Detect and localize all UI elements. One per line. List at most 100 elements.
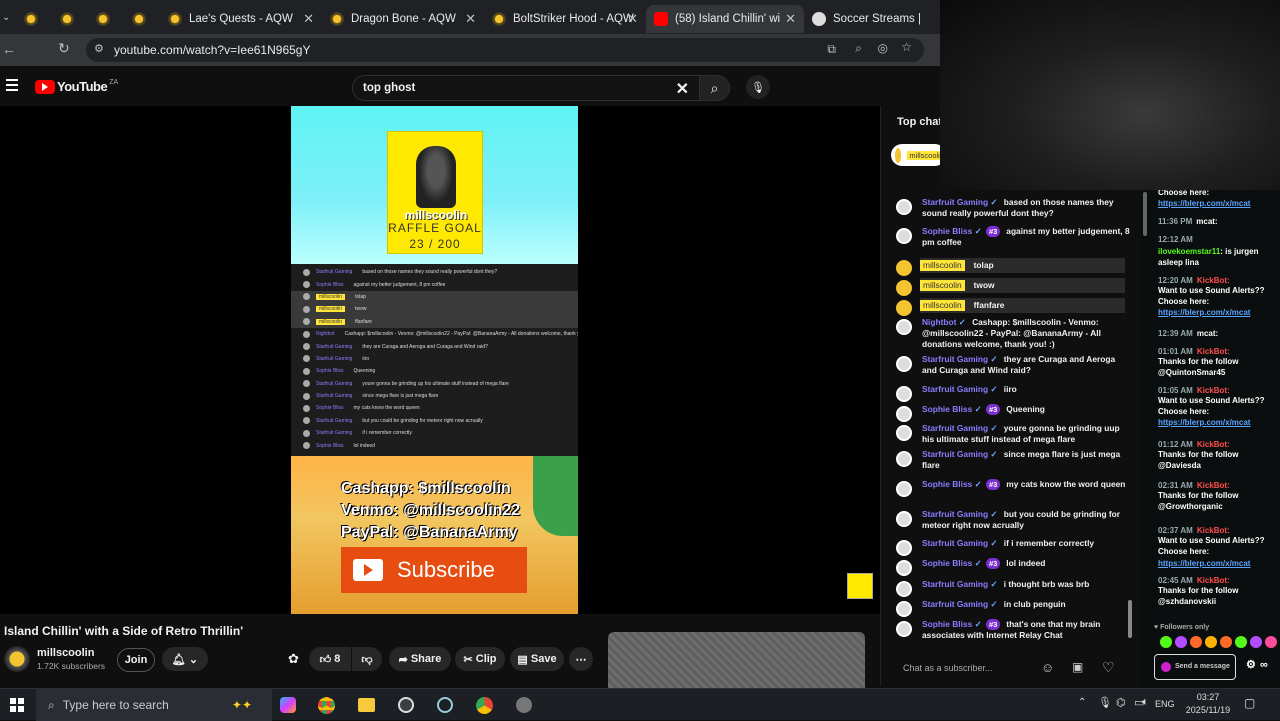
- emoji-icon[interactable]: ☺: [1041, 660, 1054, 675]
- chat-author[interactable]: Sophie Bliss: [922, 479, 972, 489]
- kick-username[interactable]: KickBot:: [1197, 386, 1230, 395]
- like-button[interactable]: 👍︎ 8: [309, 647, 351, 671]
- chat-avatar[interactable]: [896, 300, 912, 316]
- kick-settings-icon[interactable]: ⚙: [1246, 660, 1256, 671]
- kick-username[interactable]: ilovekoemstar11: [1158, 247, 1220, 256]
- kick-link[interactable]: https://blerp.com/x/mcat: [1158, 559, 1250, 568]
- pinned-message[interactable]: millscoolin: [891, 144, 946, 166]
- chat-author[interactable]: Starfruit Gaming: [922, 599, 988, 609]
- close-tab-icon[interactable]: ✕: [627, 11, 638, 27]
- chat-avatar[interactable]: [896, 386, 912, 402]
- chat-avatar[interactable]: [896, 260, 912, 276]
- chat-avatar[interactable]: [896, 280, 912, 296]
- chat-input[interactable]: Chat as a subscriber...: [895, 657, 1063, 679]
- chat-avatar[interactable]: [896, 601, 912, 617]
- bookmark-star-icon[interactable]: ☆: [901, 40, 912, 54]
- chat-author[interactable]: millscoolin: [920, 280, 965, 291]
- kick-username[interactable]: mcat:: [1196, 217, 1217, 226]
- chat-author[interactable]: Starfruit Gaming: [922, 579, 988, 589]
- site-info-icon[interactable]: ⚙: [94, 42, 104, 55]
- more-actions-button[interactable]: ⋯: [569, 647, 593, 671]
- share-button[interactable]: ➦ Share: [389, 647, 451, 671]
- super-chat-icon[interactable]: ▣: [1072, 660, 1083, 674]
- search-input[interactable]: top ghost ✕: [352, 75, 700, 101]
- menu-icon[interactable]: [6, 79, 18, 91]
- kick-username[interactable]: KickBot:: [1197, 440, 1230, 449]
- tray-chevron-icon[interactable]: ⌃: [1078, 697, 1086, 708]
- zoom-icon[interactable]: ⌕: [855, 41, 862, 56]
- chat-author[interactable]: millscoolin: [920, 260, 965, 271]
- mic-tray-icon[interactable]: 🎙︎: [1098, 696, 1112, 709]
- volume-icon[interactable]: 🔈︎: [1142, 696, 1149, 709]
- chat-author[interactable]: Starfruit Gaming: [922, 538, 988, 548]
- kick-message-input[interactable]: Send a message: [1154, 654, 1236, 680]
- chat-author[interactable]: Nightbot: [922, 317, 956, 327]
- clip-button[interactable]: ✂ Clip: [455, 647, 505, 671]
- close-tab-icon[interactable]: ✕: [303, 11, 314, 27]
- kick-username[interactable]: mcat:: [1197, 329, 1218, 338]
- chrome-icon[interactable]: [318, 697, 335, 714]
- clock[interactable]: 03:27 2025/11/19: [1182, 691, 1234, 717]
- kick-username[interactable]: KickBot:: [1197, 481, 1230, 490]
- chat-avatar[interactable]: [896, 199, 912, 215]
- chat-avatar[interactable]: [896, 406, 912, 422]
- chat-author[interactable]: Starfruit Gaming: [922, 197, 988, 207]
- chat-author[interactable]: Sophie Bliss: [922, 558, 972, 568]
- kick-username[interactable]: KickBot:: [1197, 347, 1230, 356]
- browser-tab[interactable]: [88, 5, 124, 33]
- network-icon[interactable]: ⌬: [1116, 696, 1126, 709]
- language-indicator[interactable]: ENG: [1155, 699, 1175, 709]
- chat-avatar[interactable]: [896, 560, 912, 576]
- snip-tool-icon[interactable]: [437, 697, 453, 713]
- obs-icon[interactable]: [398, 697, 414, 713]
- subscribed-button[interactable]: 🔔︎ ⌄: [162, 647, 208, 671]
- browser-tab[interactable]: [124, 5, 160, 33]
- related-card[interactable]: [608, 632, 865, 694]
- kick-chat-icon[interactable]: ∞: [1260, 660, 1268, 671]
- search-button[interactable]: ⌕: [700, 75, 730, 101]
- back-icon[interactable]: ←: [2, 41, 16, 57]
- chat-avatar[interactable]: [896, 425, 912, 441]
- youtube-logo[interactable]: YouTube ZA: [35, 79, 118, 94]
- eye-off-icon[interactable]: ◎: [878, 41, 888, 55]
- chat-avatar[interactable]: [896, 511, 912, 527]
- join-button[interactable]: Join: [117, 648, 155, 672]
- chat-avatar[interactable]: [896, 481, 912, 497]
- start-button[interactable]: [10, 698, 24, 712]
- dislike-button[interactable]: 👎︎: [352, 647, 382, 671]
- browser-tab[interactable]: [52, 5, 88, 33]
- browser-tab[interactable]: Soccer Streams | Watch: [804, 5, 924, 33]
- browser-tab[interactable]: Dragon Bone - AQW ✕: [322, 5, 484, 33]
- chat-author[interactable]: Sophie Bliss: [922, 404, 972, 414]
- browser-tab[interactable]: [16, 5, 52, 33]
- channel-watermark[interactable]: [847, 573, 873, 599]
- browser-tab[interactable]: Lae's Quests - AQW ✕: [160, 5, 322, 33]
- notification-icon[interactable]: ▢: [1244, 696, 1255, 710]
- file-explorer-icon[interactable]: [358, 698, 375, 712]
- tab-list-icon[interactable]: ⌄: [2, 12, 16, 23]
- reload-icon[interactable]: ↻: [58, 40, 70, 57]
- chat-avatar[interactable]: [896, 228, 912, 244]
- heart-icon[interactable]: ♡: [1102, 659, 1115, 676]
- url-bar[interactable]: ⚙ youtube.com/watch?v=Iee61N965gY ⧉ ⌕ ◎ …: [86, 38, 924, 62]
- chat-avatar[interactable]: [896, 621, 912, 637]
- gift-icon[interactable]: ✿: [288, 651, 299, 667]
- chat-avatar[interactable]: [896, 451, 912, 467]
- chat-author[interactable]: Starfruit Gaming: [922, 354, 988, 364]
- close-tab-icon[interactable]: ✕: [465, 11, 476, 27]
- save-button[interactable]: ▤ Save: [510, 647, 564, 671]
- chat-author[interactable]: Sophie Bliss: [922, 226, 972, 236]
- chat-author[interactable]: millscoolin: [920, 300, 965, 311]
- copilot-icon[interactable]: [280, 697, 296, 713]
- channel-name[interactable]: millscoolin: [37, 647, 94, 659]
- kick-username[interactable]: KickBot:: [1197, 276, 1230, 285]
- app-icon[interactable]: [516, 697, 532, 713]
- kick-username[interactable]: KickBot:: [1197, 526, 1230, 535]
- kick-username[interactable]: KickBot:: [1197, 576, 1230, 585]
- chat-author[interactable]: Starfruit Gaming: [922, 423, 988, 433]
- kick-scrollbar[interactable]: [1143, 192, 1147, 236]
- kick-link[interactable]: https://blerp.com/x/mcat: [1158, 308, 1250, 317]
- chat-author[interactable]: Sophie Bliss: [922, 619, 972, 629]
- kick-link[interactable]: https://blerp.com/x/mcat: [1158, 199, 1250, 208]
- chrome-profile-icon[interactable]: [476, 697, 493, 714]
